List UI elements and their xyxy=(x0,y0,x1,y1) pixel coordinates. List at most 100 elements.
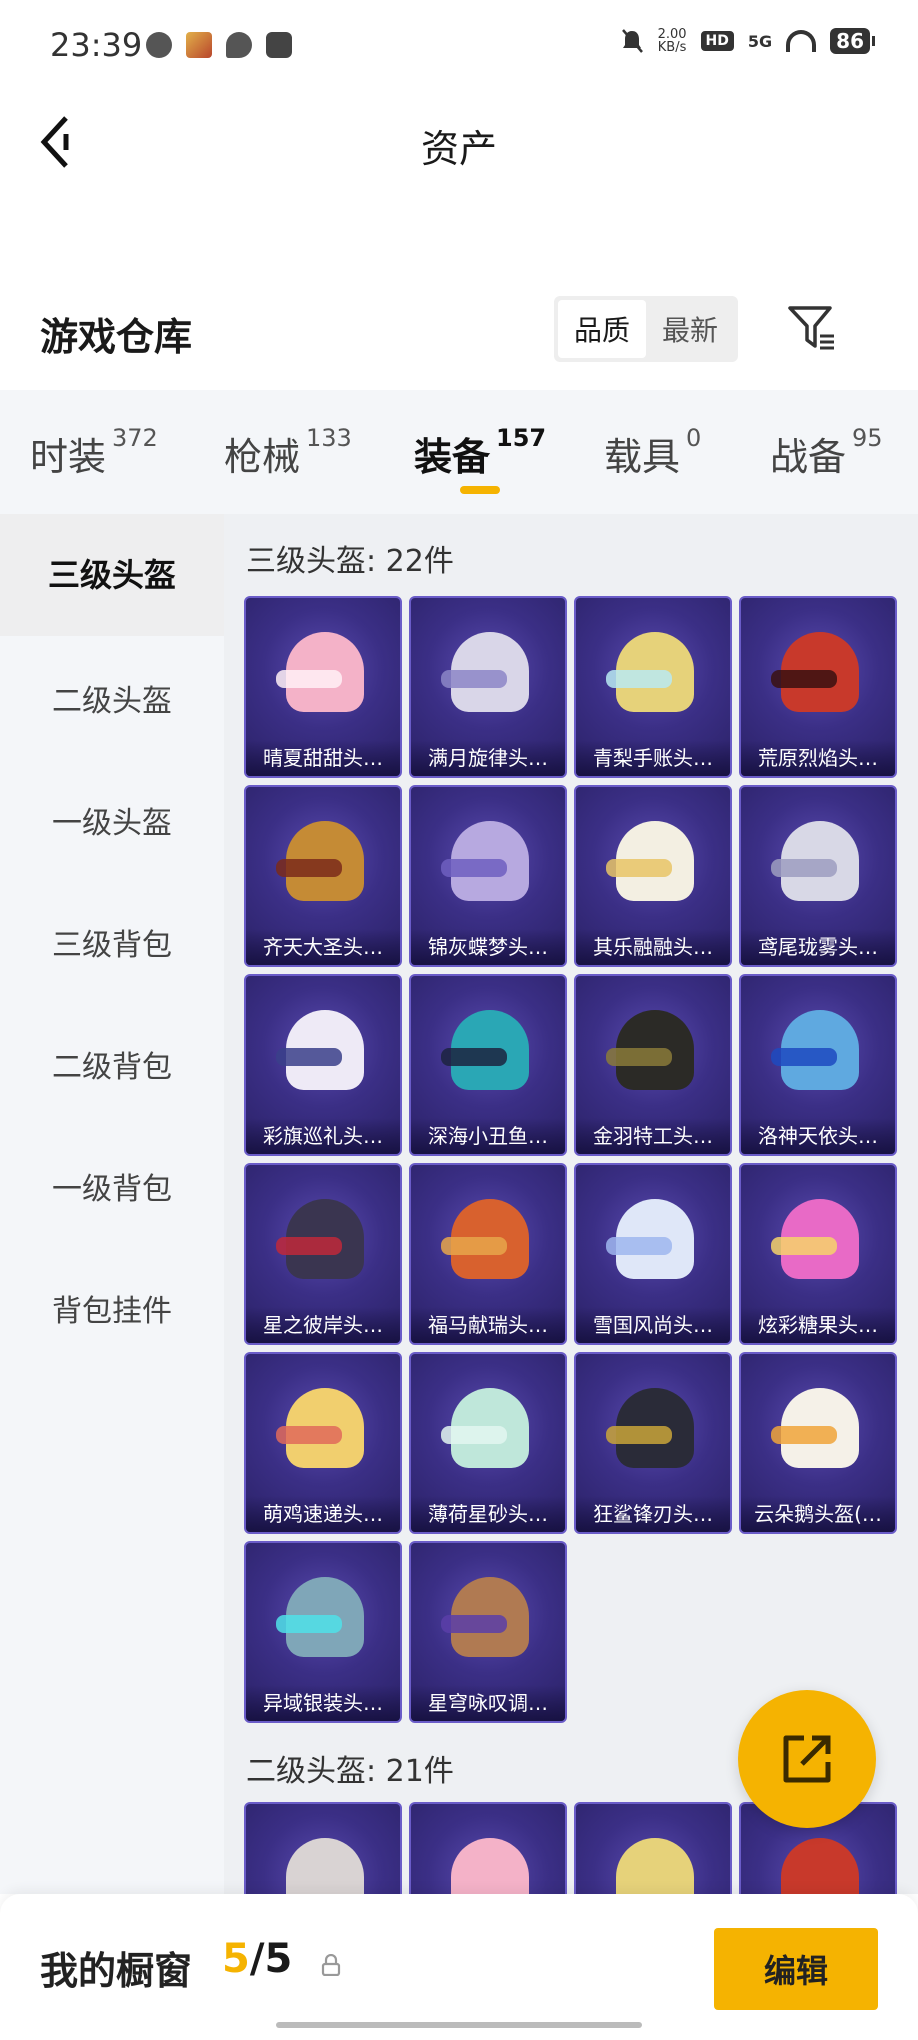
helmet-visor xyxy=(606,1426,672,1444)
tab-label: 枪械 xyxy=(224,435,301,479)
item-card[interactable]: 洛神天依头… xyxy=(739,974,897,1156)
item-card[interactable]: 薄荷星砂头… xyxy=(409,1352,567,1534)
item-name: 薄荷星砂头… xyxy=(411,1496,565,1532)
mute-icon xyxy=(621,29,643,53)
item-card[interactable] xyxy=(409,1802,567,1894)
wechat-icon xyxy=(146,32,172,58)
tab-equipment[interactable]: 装备 157 xyxy=(414,424,547,481)
item-card[interactable]: 炫彩糖果头… xyxy=(739,1163,897,1345)
category-tabs: 时装 372 枪械 133 装备 157 载具 0 战备 95 xyxy=(0,390,918,514)
item-card[interactable]: 彩旗巡礼头… xyxy=(244,974,402,1156)
item-card[interactable]: 福马献瑞头… xyxy=(409,1163,567,1345)
item-card[interactable]: 金羽特工头… xyxy=(574,974,732,1156)
signal-5g: 5G xyxy=(747,31,773,51)
helmet-image xyxy=(616,1838,694,1894)
sidebar-item-level2-helmet[interactable]: 二级头盔 xyxy=(0,676,224,720)
item-card[interactable]: 萌鸡速递头… xyxy=(244,1352,402,1534)
sidebar-item-level1-backpack[interactable]: 一级背包 xyxy=(0,1164,224,1208)
item-card[interactable]: 狂鲨锋刃头… xyxy=(574,1352,732,1534)
item-name: 福马献瑞头… xyxy=(411,1307,565,1343)
item-card[interactable]: 齐天大圣头… xyxy=(244,785,402,967)
sort-newest[interactable]: 最新 xyxy=(646,300,734,358)
notification-icons xyxy=(146,32,292,58)
item-card[interactable]: 星之彼岸头… xyxy=(244,1163,402,1345)
home-indicator[interactable] xyxy=(276,2022,642,2028)
item-list[interactable]: 三级头盔: 22件 晴夏甜甜头… 满月旋律头… 青梨手账头… 荒原烈焰头… 齐天… xyxy=(224,514,918,1894)
sidebar-item-level3-backpack[interactable]: 三级背包 xyxy=(0,920,224,964)
tab-count: 133 xyxy=(306,424,352,452)
item-card[interactable]: 星穹咏叹调… xyxy=(409,1541,567,1723)
showcase-count-total: /5 xyxy=(249,1936,293,1982)
tab-supplies[interactable]: 战备 95 xyxy=(770,424,883,481)
item-name: 晴夏甜甜头… xyxy=(246,740,400,776)
tab-count: 157 xyxy=(496,424,547,452)
wifi-icon xyxy=(786,30,817,52)
tab-vehicles[interactable]: 载具 0 xyxy=(604,424,702,481)
item-name: 鸢尾珑雾头… xyxy=(741,929,895,965)
net-speed: 2.00 KB/s xyxy=(658,28,687,54)
item-card[interactable] xyxy=(574,1802,732,1894)
item-name: 狂鲨锋刃头… xyxy=(576,1496,730,1532)
tab-firearms[interactable]: 枪械 133 xyxy=(224,424,352,481)
sidebar: 三级头盔 二级头盔 一级头盔 三级背包 二级背包 一级背包 背包挂件 xyxy=(0,514,224,1894)
item-name: 深海小丑鱼… xyxy=(411,1118,565,1154)
tab-label: 时装 xyxy=(30,435,107,479)
helmet-image xyxy=(451,1838,529,1894)
message-icon xyxy=(266,32,292,58)
item-name: 萌鸡速递头… xyxy=(246,1496,400,1532)
item-card[interactable]: 云朵鹅头盔(… xyxy=(739,1352,897,1534)
item-card[interactable]: 晴夏甜甜头… xyxy=(244,596,402,778)
tab-label: 战备 xyxy=(770,435,847,479)
helmet-visor xyxy=(441,670,507,688)
filter-icon[interactable] xyxy=(786,302,838,354)
helmet-visor xyxy=(276,859,342,877)
item-card[interactable]: 雪国风尚头… xyxy=(574,1163,732,1345)
item-card[interactable]: 深海小丑鱼… xyxy=(409,974,567,1156)
item-name: 云朵鹅头盔(… xyxy=(741,1496,895,1532)
item-card[interactable]: 异域银装头… xyxy=(244,1541,402,1723)
showcase-count-current: 5 xyxy=(222,1936,250,1982)
warehouse-title: 游戏仓库 xyxy=(40,315,193,359)
helmet-image xyxy=(286,1838,364,1894)
helmet-visor xyxy=(276,1237,342,1255)
item-card[interactable]: 荒原烈焰头… xyxy=(739,596,897,778)
sidebar-item-level3-helmet[interactable]: 三级头盔 xyxy=(0,514,224,636)
item-card[interactable] xyxy=(244,1802,402,1894)
sort-toggle[interactable]: 品质 最新 xyxy=(554,296,738,362)
share-button[interactable] xyxy=(738,1690,876,1828)
helmet-visor xyxy=(441,1048,507,1066)
share-icon xyxy=(783,1735,831,1783)
sidebar-item-level1-helmet[interactable]: 一级头盔 xyxy=(0,798,224,842)
page-title: 资产 xyxy=(420,127,497,171)
item-name: 洛神天依头… xyxy=(741,1118,895,1154)
edit-button[interactable]: 编辑 xyxy=(714,1928,878,2010)
net-speed-unit: KB/s xyxy=(657,40,687,55)
sidebar-item-level2-backpack[interactable]: 二级背包 xyxy=(0,1042,224,1086)
item-card[interactable]: 其乐融融头… xyxy=(574,785,732,967)
hd-badge: HD xyxy=(700,31,734,51)
helmet-visor xyxy=(606,670,672,688)
item-name: 青梨手账头… xyxy=(576,740,730,776)
status-time: 23:39 xyxy=(50,26,143,64)
showcase-bar: 我的橱窗 5/5 编辑 xyxy=(0,1894,918,2040)
game-app-icon xyxy=(186,32,212,58)
item-card[interactable]: 青梨手账头… xyxy=(574,596,732,778)
battery-level: 86 xyxy=(830,28,875,54)
helmet-visor xyxy=(771,670,837,688)
helmet-visor xyxy=(771,1426,837,1444)
sort-quality[interactable]: 品质 xyxy=(558,300,646,358)
helmet-image xyxy=(781,1838,859,1894)
tab-count: 0 xyxy=(686,424,702,452)
item-card[interactable]: 满月旋律头… xyxy=(409,596,567,778)
helmet-visor xyxy=(441,1615,507,1633)
item-name: 齐天大圣头… xyxy=(246,929,400,965)
helmet-visor xyxy=(606,859,672,877)
sidebar-item-backpack-charm[interactable]: 背包挂件 xyxy=(0,1286,224,1330)
helmet-visor xyxy=(606,1237,672,1255)
item-card[interactable]: 锦灰蝶梦头… xyxy=(409,785,567,967)
item-name: 炫彩糖果头… xyxy=(741,1307,895,1343)
tab-count: 372 xyxy=(112,424,158,452)
item-card[interactable]: 鸢尾珑雾头… xyxy=(739,785,897,967)
tab-fashion[interactable]: 时装 372 xyxy=(30,424,158,481)
helmet-visor xyxy=(276,1426,342,1444)
